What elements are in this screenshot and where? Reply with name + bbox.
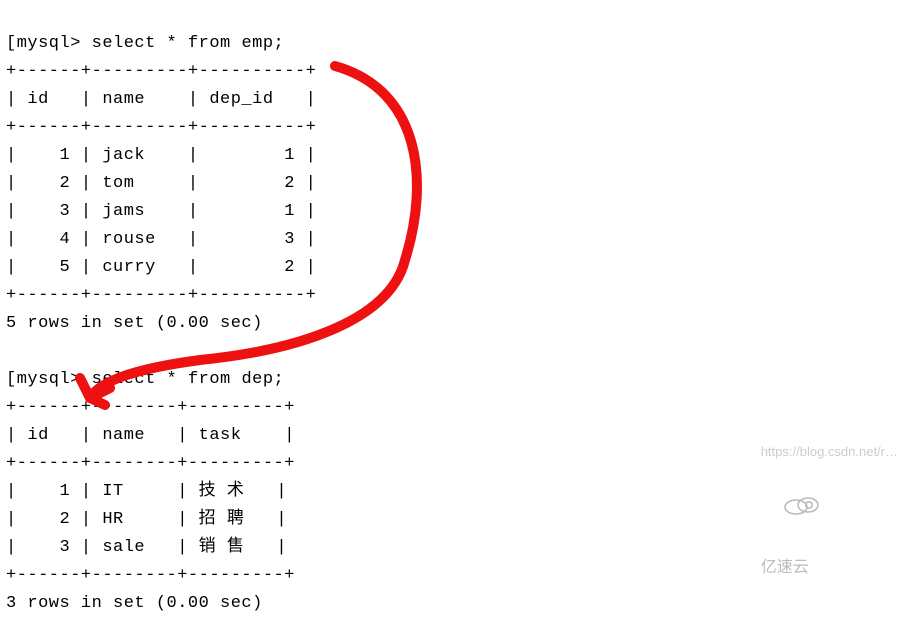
prompt-2: [mysql> select * from dep; <box>6 370 284 389</box>
watermark-brand: 亿速云 <box>761 559 809 576</box>
emp-border-mid: +------+---------+----------+ <box>6 118 316 137</box>
dep-rows: | 1 | IT | 技 术 | | 2 | HR | 招 聘 | | 3 | … <box>6 482 287 557</box>
emp-border-top: +------+---------+----------+ <box>6 62 316 81</box>
prompt: [mysql> select * from emp; <box>6 34 284 53</box>
emp-footer: 5 rows in set (0.00 sec) <box>6 314 263 333</box>
dep-table: +------+--------+---------+ | id | name … <box>6 398 295 585</box>
emp-header-row: | id | name | dep_id | <box>6 90 316 109</box>
dep-border-bot: +------+--------+---------+ <box>6 566 295 585</box>
watermark-url: https://blog.csdn.net/r… <box>761 444 898 459</box>
query-emp: select * from emp; <box>92 34 285 53</box>
emp-rows: | 1 | jack | 1 | | 2 | tom | 2 | | 3 | j… <box>6 146 316 277</box>
dep-footer: 3 rows in set (0.00 sec) <box>6 594 263 613</box>
emp-table: +------+---------+----------+ | id | nam… <box>6 62 316 305</box>
emp-border-bot: +------+---------+----------+ <box>6 286 316 305</box>
cloud-logo-icon <box>767 466 821 554</box>
dep-border-mid: +------+--------+---------+ <box>6 454 295 473</box>
query-dep: select * from dep; <box>92 370 285 389</box>
watermark: https://blog.csdn.net/r… 亿速云 <box>753 410 898 582</box>
dep-header-row: | id | name | task | <box>6 426 295 445</box>
terminal: [mysql> select * from emp; +------+-----… <box>0 0 906 590</box>
dep-border-top: +------+--------+---------+ <box>6 398 295 417</box>
